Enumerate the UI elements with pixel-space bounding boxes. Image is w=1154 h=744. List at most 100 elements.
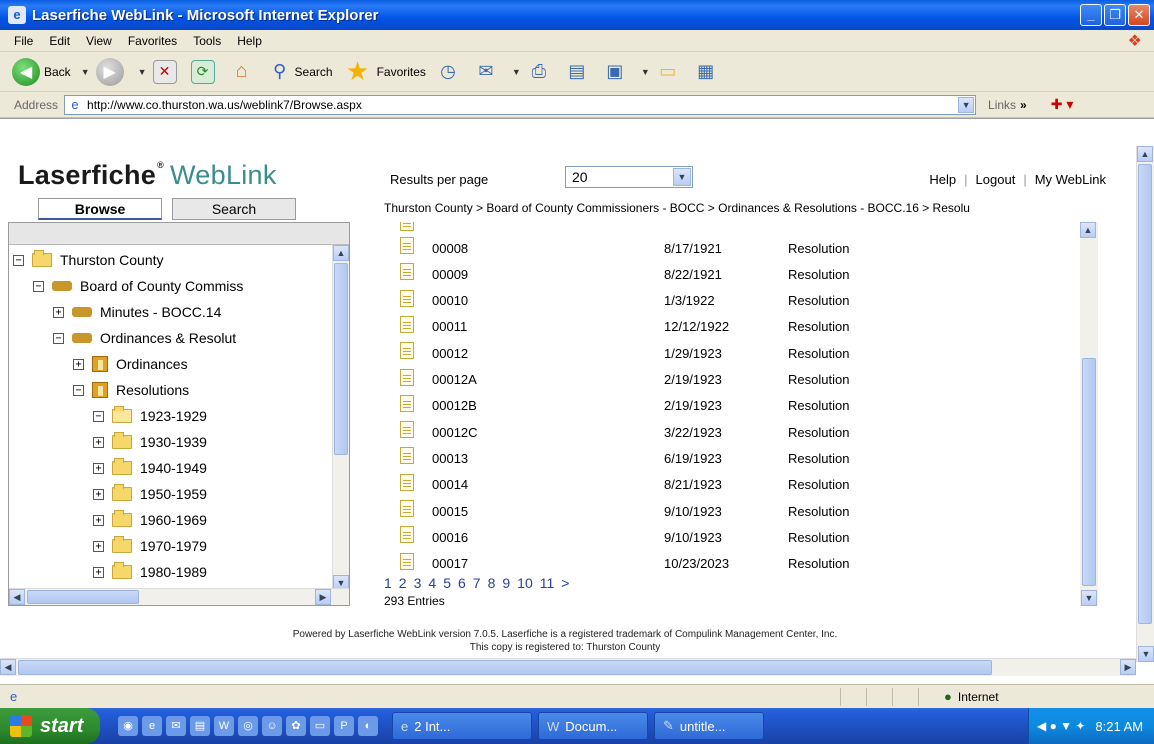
page-link[interactable]: 3	[414, 575, 422, 591]
my-weblink-link[interactable]: My WebLink	[1035, 172, 1106, 187]
page-link[interactable]: 5	[443, 575, 451, 591]
scroll-up-icon[interactable]: ▲	[333, 245, 349, 261]
table-row[interactable]: 00012A 2/19/1923 Resolution	[384, 367, 1100, 393]
scroll-right-icon[interactable]: ▶	[315, 589, 331, 605]
tree-node[interactable]: + Ordinances	[73, 353, 188, 375]
outlook-icon[interactable]: ✉	[166, 716, 186, 736]
result-name[interactable]: 00012	[432, 346, 468, 361]
discuss-button[interactable]: ▣	[603, 58, 631, 86]
result-name[interactable]: 00017	[432, 556, 468, 571]
page-link[interactable]: 1	[384, 575, 392, 591]
results-scroll-thumb[interactable]	[1082, 358, 1096, 586]
back-button[interactable]: ◀ Back	[12, 57, 71, 86]
collapse-icon[interactable]: −	[53, 332, 64, 344]
tree-node[interactable]: +1960-1969	[93, 509, 207, 531]
expand-icon[interactable]: +	[93, 540, 104, 552]
result-name[interactable]: 00009	[432, 267, 468, 282]
collapse-icon[interactable]: −	[33, 280, 44, 292]
print-button[interactable]: ⎙	[527, 58, 555, 86]
tree-node[interactable]: − Thurston County	[13, 249, 164, 271]
table-row[interactable]: 00010 1/3/1922 Resolution	[384, 288, 1100, 314]
chat-icon[interactable]: ✿	[286, 716, 306, 736]
search-button[interactable]: ⚲ Search	[269, 58, 333, 86]
address-dropdown-icon[interactable]: ▼	[958, 96, 975, 113]
scroll-left-icon[interactable]: ◀	[0, 659, 16, 675]
tree-vertical-scrollbar[interactable]: ▲ ▼	[332, 245, 349, 591]
minimize-button[interactable]: _	[1080, 4, 1102, 26]
expand-icon[interactable]: +	[93, 514, 104, 526]
page-link[interactable]: 11	[540, 575, 555, 591]
table-row[interactable]: 00009 8/22/1921 Resolution	[384, 261, 1100, 287]
expand-icon[interactable]: +	[93, 462, 104, 474]
discuss-dropdown-icon[interactable]: ▼	[641, 67, 650, 77]
tree-node[interactable]: +1940-1949	[93, 457, 207, 479]
page-horizontal-scrollbar[interactable]: ◀ ▶	[0, 658, 1136, 676]
result-name[interactable]: 00015	[432, 504, 468, 519]
table-row[interactable]: 00014 8/21/1923 Resolution	[384, 472, 1100, 498]
page-link[interactable]: 2	[399, 575, 407, 591]
result-name[interactable]: 00016	[432, 530, 468, 545]
edit-button[interactable]: ▤	[565, 58, 593, 86]
forward-dropdown-icon[interactable]: ▼	[138, 67, 147, 77]
ie-icon[interactable]: e	[142, 716, 162, 736]
table-row[interactable]: 00012B 2/19/1923 Resolution	[384, 393, 1100, 419]
scroll-right-icon[interactable]: ▶	[1120, 659, 1136, 675]
tree-scroll-thumb[interactable]	[334, 263, 348, 455]
table-row[interactable]: 00017 10/23/2023 Resolution	[384, 551, 1100, 577]
messenger-icon[interactable]: ☺	[262, 716, 282, 736]
tree-node[interactable]: +1980-1989	[93, 561, 207, 583]
table-row[interactable]: 00008 8/17/1921 Resolution	[384, 235, 1100, 261]
tree-node[interactable]: +1950-1959	[93, 483, 207, 505]
page-link[interactable]: 7	[473, 575, 481, 591]
address-input[interactable]: e http://www.co.thurston.wa.us/weblink7/…	[64, 94, 977, 115]
toolbar-extension-icon[interactable]: ✚ ▾	[1051, 96, 1074, 113]
tree-node[interactable]: − Ordinances & Resolut	[53, 327, 236, 349]
tree-hscroll-thumb[interactable]	[27, 590, 139, 604]
tree-horizontal-scrollbar[interactable]: ◀ ▶	[9, 588, 349, 605]
page-link[interactable]: 6	[458, 575, 466, 591]
taskbar-item[interactable]: e 2 Int...	[392, 712, 532, 740]
powerpoint-icon[interactable]: P	[334, 716, 354, 736]
forward-button[interactable]: ▶	[95, 57, 128, 86]
logout-link[interactable]: Logout	[976, 172, 1016, 187]
media-player-icon[interactable]: ◐	[358, 716, 378, 736]
stop-button[interactable]: ✕	[152, 59, 181, 84]
favorites-button[interactable]: ★ Favorites	[343, 56, 426, 86]
menu-file[interactable]: File	[14, 34, 33, 48]
tree-node[interactable]: − Board of County Commiss	[33, 275, 243, 297]
table-row[interactable]: 00012C 3/22/1923 Resolution	[384, 419, 1100, 445]
page-link[interactable]: 8	[488, 575, 496, 591]
mail-dropdown-icon[interactable]: ▼	[512, 67, 521, 77]
result-name[interactable]: 00008	[432, 241, 468, 256]
page-link[interactable]: 4	[428, 575, 436, 591]
links-toolbar[interactable]: Links»	[988, 98, 1027, 112]
expand-icon[interactable]: +	[93, 488, 104, 500]
scroll-down-icon[interactable]: ▼	[1081, 590, 1097, 606]
menu-help[interactable]: Help	[237, 34, 262, 48]
table-row[interactable]: 00012 1/29/1923 Resolution	[384, 340, 1100, 366]
page-link[interactable]: 10	[517, 575, 533, 591]
help-link[interactable]: Help	[929, 172, 956, 187]
breadcrumb[interactable]: Thurston County > Board of County Commis…	[384, 201, 1136, 215]
refresh-button[interactable]: ⟳	[190, 59, 219, 84]
results-vertical-scrollbar[interactable]: ▲ ▼	[1080, 222, 1098, 606]
menu-favorites[interactable]: Favorites	[128, 34, 177, 48]
table-row[interactable]: 00013 6/19/1923 Resolution	[384, 445, 1100, 471]
page-link[interactable]: 9	[502, 575, 510, 591]
expand-icon[interactable]: +	[93, 436, 104, 448]
tree-node[interactable]: +1930-1939	[93, 431, 207, 453]
result-name[interactable]: 00010	[432, 293, 468, 308]
collapse-icon[interactable]: −	[73, 384, 84, 396]
page-scroll-thumb[interactable]	[1138, 164, 1152, 624]
scroll-up-icon[interactable]: ▲	[1137, 146, 1153, 162]
mail-button[interactable]: ✉	[474, 58, 502, 86]
tab-browse[interactable]: Browse	[38, 198, 162, 220]
taskbar-item[interactable]: W Docum...	[538, 712, 648, 740]
page-hscroll-thumb[interactable]	[18, 660, 992, 675]
tree-node[interactable]: +1970-1979	[93, 535, 207, 557]
result-name[interactable]: 00012C	[432, 425, 478, 440]
tray-icons[interactable]: ◀ ● ▼ ✦	[1037, 719, 1085, 733]
result-name[interactable]: 00011	[432, 319, 467, 334]
back-dropdown-icon[interactable]: ▼	[81, 67, 90, 77]
results-per-page-select[interactable]: 20 ▼	[565, 166, 693, 188]
